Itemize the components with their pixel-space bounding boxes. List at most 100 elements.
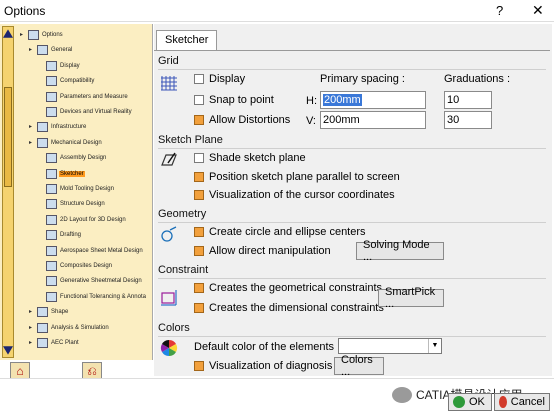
position-checkbox-row[interactable]: Position sketch plane parallel to screen [194,171,400,183]
h-label: H: [306,95,317,107]
display-checkbox-row[interactable]: Display [194,73,245,85]
tree-item[interactable]: Composites Design [38,259,113,273]
tree-item[interactable]: 2D Layout for 3D Design [38,213,127,227]
expander-icon[interactable]: ▸ [20,32,26,38]
constraint-separator [158,278,546,279]
ok-icon [453,396,465,408]
tab-sketcher[interactable]: Sketcher [156,30,218,50]
direct-manipulation-checkbox-row[interactable]: Allow direct manipulation [194,245,331,257]
expander-icon[interactable] [38,278,44,284]
tree-item[interactable]: Functional Tolerancing & Annota [38,290,147,304]
primary-spacing-header: Primary spacing : [320,73,405,85]
expander-icon[interactable] [38,171,44,177]
snap-checkbox-row[interactable]: Snap to point [194,94,274,106]
options-main-panel: Sketcher Grid Display Snap to point Allo… [154,24,552,378]
create-centers-checkbox[interactable] [194,227,204,237]
tree-node-icon [46,107,57,117]
scroll-up-icon[interactable] [3,29,13,38]
expander-icon[interactable] [38,248,44,254]
tree-item[interactable]: ▸ Infrastructure [29,120,87,134]
tree-scrollbar[interactable] [2,26,14,358]
geometry-separator [158,222,546,223]
v-spacing-input[interactable]: 200mm [320,111,426,129]
expander-icon[interactable]: ▸ [29,309,35,315]
tree-item[interactable]: Assembly Design [38,151,107,165]
expander-icon[interactable] [38,94,44,100]
tree-item[interactable]: Parameters and Measure [38,90,129,104]
tree-item[interactable]: ▸ Mechanical Design [29,136,103,150]
scroll-thumb[interactable] [4,87,12,187]
close-icon[interactable]: ✕ [532,2,544,19]
distortions-checkbox[interactable] [194,115,204,125]
h-graduations-input[interactable]: 10 [444,91,492,109]
expander-icon[interactable]: ▸ [29,340,35,346]
tree-node-icon [46,153,57,164]
expander-icon[interactable] [38,78,44,84]
dimensional-constraints-checkbox[interactable] [194,303,204,313]
color-wheel-icon [160,339,178,357]
h-spacing-input[interactable]: 200mm [320,91,426,109]
tree-item[interactable]: Sketcher [38,167,85,181]
dimensional-constraints-label: Creates the dimensional constraints [209,302,384,314]
tree-item[interactable]: ▸ Shape [29,305,69,319]
solving-mode-button[interactable]: Solving Mode ... [356,239,444,263]
tree-item-label: Display [60,62,80,69]
expander-icon[interactable]: ▸ [29,325,35,331]
scroll-down-icon[interactable] [3,346,13,355]
tree-node-icon [46,60,57,71]
expander-icon[interactable]: ▸ [29,124,35,130]
default-color-dropdown[interactable]: ▼ [338,338,442,354]
colors-button[interactable]: Colors ... [334,354,384,378]
expander-icon[interactable] [38,232,44,238]
cancel-button[interactable]: Cancel [494,393,550,411]
display-checkbox[interactable] [194,74,204,84]
tree-node-icon [46,184,57,194]
chevron-down-icon[interactable]: ▼ [428,339,441,353]
tree-item[interactable]: ▸ General [29,43,73,57]
dimensional-constraints-checkbox-row[interactable]: Creates the dimensional constraints [194,302,384,314]
tree-item[interactable]: Drafting [38,228,82,242]
direct-manipulation-checkbox[interactable] [194,246,204,256]
tree-item[interactable]: Generative Sheetmetal Design [38,274,143,288]
tree-node-icon [37,137,48,148]
expander-icon[interactable] [38,186,44,192]
diagnosis-checkbox[interactable] [194,361,204,371]
tree-item[interactable]: Aerospace Sheet Metal Design [38,244,144,258]
expander-icon[interactable] [38,63,44,69]
tree-item[interactable]: ▸ Options [20,28,64,42]
geometrical-constraints-checkbox-row[interactable]: Creates the geometrical constraints [194,282,382,294]
ok-button[interactable]: OK [448,393,492,411]
snap-checkbox[interactable] [194,95,204,105]
geometry-icon [161,226,177,242]
shade-checkbox[interactable] [194,153,204,163]
cursor-coords-checkbox[interactable] [194,190,204,200]
cursor-coords-checkbox-row[interactable]: Visualization of the cursor coordinates [194,189,395,201]
shade-checkbox-row[interactable]: Shade sketch plane [194,152,306,164]
create-centers-checkbox-row[interactable]: Create circle and ellipse centers [194,226,366,238]
expander-icon[interactable]: ▸ [29,140,35,146]
expander-icon[interactable] [38,217,44,223]
tree-node-icon [37,322,48,333]
expander-icon[interactable] [38,201,44,207]
help-icon[interactable]: ? [496,3,503,18]
tree-item[interactable]: Mold Tooling Design [38,182,115,196]
diagnosis-checkbox-row[interactable]: Visualization of diagnosis [194,360,332,372]
expander-icon[interactable] [38,263,44,269]
smartpick-button[interactable]: SmartPick ... [378,286,444,310]
v-graduations-input[interactable]: 30 [444,111,492,129]
geometrical-constraints-checkbox[interactable] [194,283,204,293]
tree-node-icon [46,214,57,225]
distortions-checkbox-row[interactable]: Allow Distortions [194,114,290,126]
expander-icon[interactable] [38,294,44,300]
tree-item[interactable]: ▸ AEC Plant [29,336,80,350]
position-checkbox[interactable] [194,172,204,182]
tree-item[interactable]: Display [38,59,81,73]
tree-item[interactable]: Devices and Virtual Reality [38,105,133,119]
expander-icon[interactable] [38,109,44,115]
tree-item[interactable]: ▸ Analysis & Simulation [29,321,110,335]
expander-icon[interactable]: ▸ [29,47,35,53]
tree-item[interactable]: Compatibility [38,74,95,88]
expander-icon[interactable] [38,155,44,161]
diagnosis-label: Visualization of diagnosis [209,360,333,372]
tree-item[interactable]: Structure Design [38,197,106,211]
